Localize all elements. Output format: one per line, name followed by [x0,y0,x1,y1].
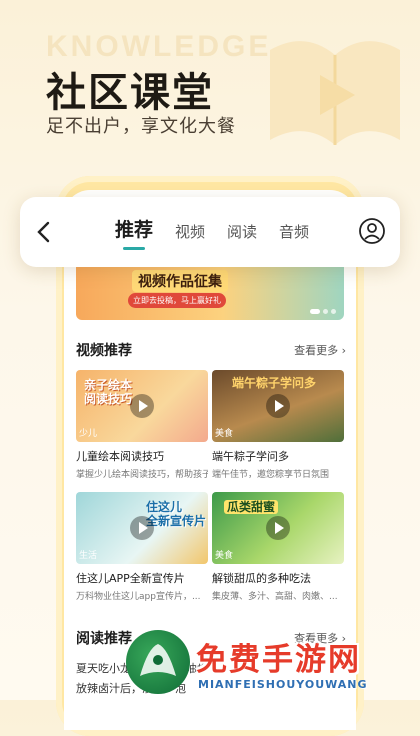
tab-video[interactable]: 视频 [175,221,205,250]
play-icon [266,516,290,540]
play-icon [266,394,290,418]
video-title: 住这儿APP全新宣传片 [76,572,185,585]
video-description: 端午佳节，邀您粽享节日氛围 [212,470,330,480]
video-card[interactable]: 亲子绘本 阅读技巧 少儿 儿童绘本阅读技巧 掌握少儿绘本阅读技巧，帮助孩子... [76,370,208,480]
video-thumbnail: 亲子绘本 阅读技巧 少儿 [76,370,208,442]
back-arrow-icon[interactable] [32,219,56,245]
hero-title: 社区课堂 [46,70,214,116]
video-card[interactable]: 端午粽子学问多 美食 端午粽子学问多 端午佳节，邀您粽享节日氛围 [212,370,344,480]
video-title: 解锁甜瓜的多种吃法 [212,572,311,585]
video-description: 万科物业住这儿app宣传片，... [76,592,201,602]
top-nav-bar: 推荐 视频 阅读 音频 [20,197,400,267]
thumbnail-caption: 端午粽子学问多 [232,376,317,390]
watermark-logo [126,630,190,694]
user-profile-icon[interactable] [358,217,386,245]
video-description: 掌握少儿绘本阅读技巧，帮助孩子... [76,470,208,480]
video-thumbnail: 瓜类甜蜜 美食 [212,492,344,564]
video-section-header: 视频推荐 查看更多 › [76,340,346,360]
video-description: 集皮薄、多汁、高甜、肉嫩、... [212,592,338,602]
tab-recommend[interactable]: 推荐 [115,215,153,250]
video-thumbnail: 住这儿 全新宣传片 生活 [76,492,208,564]
category-tag: 美食 [215,429,234,439]
video-section-title: 视频推荐 [76,343,132,359]
banner-pagination [307,309,336,314]
thumbnail-caption: 瓜类甜蜜 [224,500,279,514]
watermark-text: 免费手游网 [196,642,361,678]
play-icon [130,394,154,418]
watermark-english: MIANFEISHOUYOUWANG [198,678,368,691]
banner-title: 视频作品征集 [132,270,228,292]
category-tag: 美食 [215,551,234,561]
tab-audio[interactable]: 音频 [279,221,309,250]
video-title: 端午粽子学问多 [212,450,289,463]
category-tag: 少儿 [79,429,98,439]
video-card[interactable]: 住这儿 全新宣传片 生活 住这儿APP全新宣传片 万科物业住这儿app宣传片，.… [76,492,208,602]
video-card[interactable]: 瓜类甜蜜 美食 解锁甜瓜的多种吃法 集皮薄、多汁、高甜、肉嫩、... [212,492,344,602]
banner-subtitle: 立即去投稿，马上赢好礼 [128,293,226,308]
hero-subtitle: 足不出户，享文化大餐 [46,116,236,137]
controller-icon [140,644,176,676]
book-play-icon [270,41,400,145]
video-thumbnail: 端午粽子学问多 美食 [212,370,344,442]
thumbnail-caption: 住这儿 全新宣传片 [146,500,207,528]
tab-reading[interactable]: 阅读 [227,221,257,250]
hero-background-word: KNOWLEDGE [46,30,272,63]
video-see-more-link[interactable]: 查看更多 › [294,342,346,358]
video-title: 儿童绘本阅读技巧 [76,450,164,463]
site-watermark: 免费手游网 MIANFEISHOUYOUWANG [126,628,416,696]
reading-section-title: 阅读推荐 [76,631,132,647]
play-icon [130,516,154,540]
category-tag: 生活 [79,551,98,561]
thumbnail-caption: 亲子绘本 阅读技巧 [84,378,133,406]
promo-banner[interactable]: 视频作品征集 立即去投稿，马上赢好礼 [76,262,344,320]
tab-bar: 推荐 视频 阅读 音频 [115,215,331,250]
